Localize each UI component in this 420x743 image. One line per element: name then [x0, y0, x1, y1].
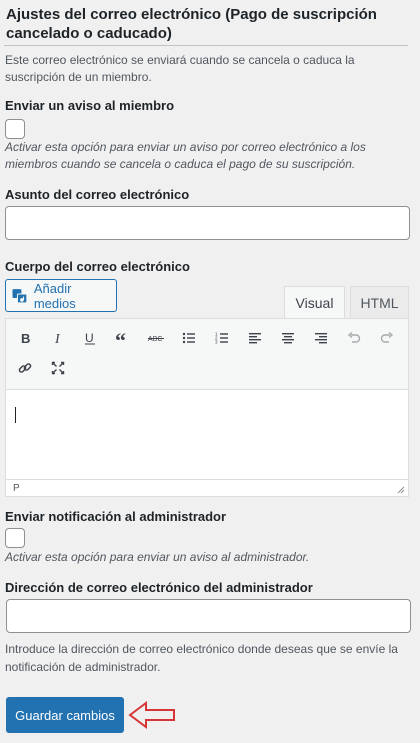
svg-text:U: U: [85, 331, 94, 345]
resize-handle-icon[interactable]: [397, 486, 405, 494]
section-divider: [4, 45, 408, 46]
member-notice-help: Activar esta opción para enviar un aviso…: [5, 140, 366, 171]
link-icon: [18, 363, 32, 373]
section-description: Este correo electrónico se enviará cuand…: [5, 53, 355, 84]
element-path: P: [13, 483, 20, 494]
media-icon: [12, 288, 28, 303]
admin-email-input[interactable]: [6, 599, 411, 633]
redo-icon: [380, 331, 394, 343]
italic-button[interactable]: I: [47, 327, 69, 349]
align-right-button[interactable]: [310, 327, 332, 349]
tab-visual[interactable]: Visual: [284, 286, 345, 319]
section-title: Ajustes del correo electrónico (Pago de …: [6, 6, 377, 42]
tab-html-label: HTML: [360, 294, 399, 311]
numbered-list-button[interactable]: 1 2 3: [211, 327, 233, 349]
align-left-button[interactable]: [244, 327, 266, 349]
member-notice-label: Enviar un aviso al miembro: [5, 98, 175, 113]
quote-icon: “: [115, 331, 126, 345]
tab-html[interactable]: HTML: [350, 286, 409, 319]
tab-visual-label: Visual: [295, 295, 334, 311]
strikethrough-button[interactable]: ABC: [145, 327, 167, 349]
admin-notice-label: Enviar notificación al administrador: [5, 509, 227, 524]
align-left-icon: [249, 333, 261, 344]
body-label: Cuerpo del correo electrónico: [5, 259, 190, 274]
italic-icon: I: [54, 332, 61, 345]
align-center-button[interactable]: [277, 327, 299, 349]
editor-content-area[interactable]: [5, 390, 409, 479]
svg-text:I: I: [54, 332, 61, 345]
svg-text:ABC: ABC: [148, 336, 162, 343]
align-center-icon: [282, 333, 294, 344]
subject-label: Asunto del correo electrónico: [5, 187, 190, 202]
link-button[interactable]: [14, 357, 36, 379]
underline-icon: U: [85, 331, 95, 345]
subject-input[interactable]: [5, 206, 410, 240]
save-button[interactable]: Guardar cambios: [6, 697, 124, 733]
bulleted-list-icon: [182, 332, 195, 344]
fullscreen-button[interactable]: [47, 357, 69, 379]
fullscreen-icon: [51, 361, 65, 375]
add-media-button[interactable]: Añadir medios: [5, 279, 117, 312]
redo-button[interactable]: [376, 327, 398, 349]
bulleted-list-button[interactable]: [178, 327, 200, 349]
admin-notice-help: Activar esta opción para enviar un aviso…: [5, 550, 310, 564]
bold-icon: B: [21, 331, 30, 345]
bold-button[interactable]: B: [14, 327, 36, 349]
svg-text:B: B: [21, 331, 30, 345]
admin-email-label: Dirección de correo electrónico del admi…: [5, 580, 313, 595]
editor-toolbar: B I U “ ABC 1 2 3: [5, 318, 409, 390]
undo-icon: [347, 331, 361, 343]
admin-email-help: Introduce la dirección de correo electró…: [5, 642, 398, 674]
svg-text:“: “: [115, 331, 126, 345]
undo-button[interactable]: [343, 327, 365, 349]
underline-button[interactable]: U: [79, 327, 101, 349]
admin-notice-checkbox[interactable]: [5, 528, 25, 548]
member-notice-checkbox[interactable]: [5, 119, 25, 139]
blockquote-button[interactable]: “: [112, 327, 134, 349]
add-media-label: Añadir medios: [33, 280, 76, 311]
svg-text:3: 3: [215, 340, 218, 345]
editor-statusbar: P: [5, 479, 409, 497]
annotation-arrow-icon: [128, 701, 175, 729]
numbered-list-icon: 1 2 3: [215, 332, 228, 345]
text-cursor: [15, 407, 16, 423]
strikethrough-icon: ABC: [148, 336, 164, 343]
align-right-icon: [315, 333, 327, 344]
